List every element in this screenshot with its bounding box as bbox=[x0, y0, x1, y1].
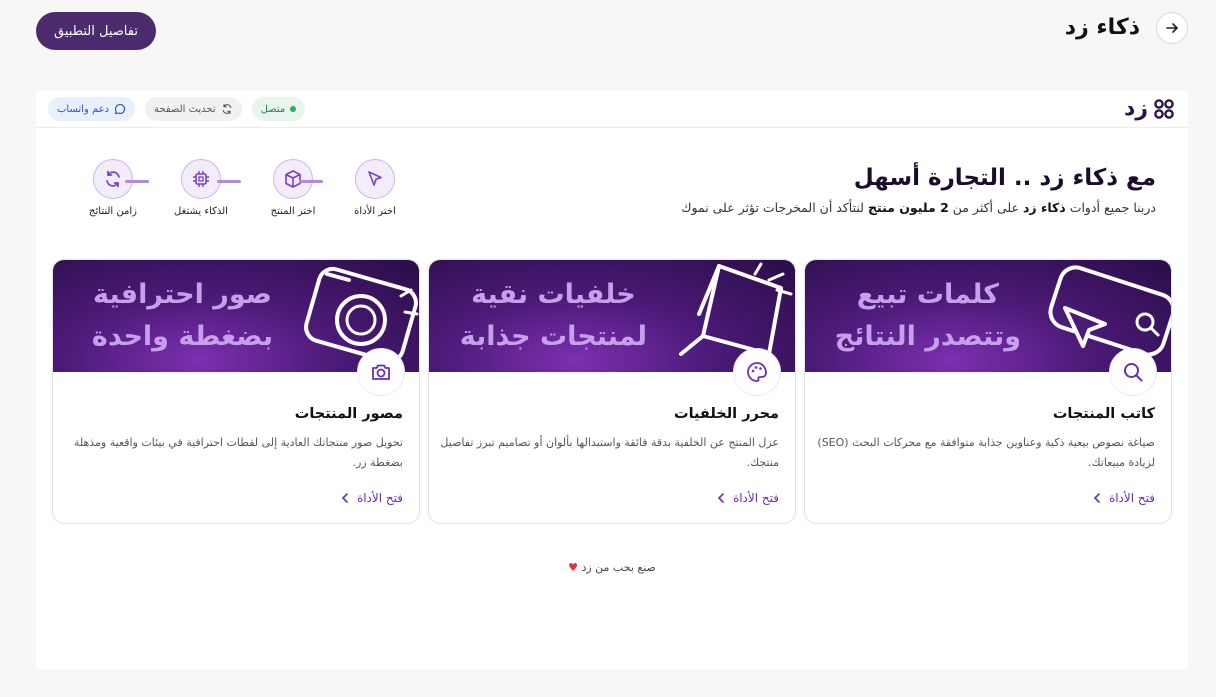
card-description: تحويل صور منتجاتك العادية إلى لقطات احتر… bbox=[73, 436, 403, 469]
card-background-editor[interactable]: خلفيات نقية لمنتجات جذابة محرر الخلفيات … bbox=[428, 259, 796, 524]
card-banner-text: صور احترافية بضغطة واحدة bbox=[91, 279, 273, 352]
whatsapp-label: دعم واتساب bbox=[57, 103, 110, 115]
step-connector bbox=[299, 180, 323, 183]
whatsapp-support-button[interactable]: دعم واتساب bbox=[48, 97, 136, 121]
step-connector bbox=[125, 180, 149, 183]
hero-subtitle: دربنا جميع أدوات ذكاء زد على أكثر من 2 م… bbox=[681, 200, 1156, 215]
step-label: الذكاء يشتغل bbox=[174, 206, 228, 217]
card-title: مصور المنتجات bbox=[294, 406, 403, 422]
cursor-icon bbox=[368, 171, 382, 186]
status-pills: متصل تحديث الصفحة دعم واتساب bbox=[48, 97, 306, 121]
step-ai-working: الذكاء يشتغل bbox=[160, 159, 242, 217]
refresh-icon bbox=[222, 103, 231, 115]
search-icon bbox=[1124, 363, 1143, 382]
chevron-left-icon bbox=[1094, 493, 1100, 503]
zid-logo-text: زد bbox=[1124, 96, 1148, 121]
open-tool-link[interactable]: فتح الأداة bbox=[1093, 491, 1155, 505]
card-icon-badge bbox=[733, 348, 781, 396]
page-title: ذكاء زد bbox=[1064, 15, 1140, 40]
palette-icon bbox=[747, 362, 767, 382]
refresh-page-button[interactable]: تحديث الصفحة bbox=[145, 97, 242, 121]
card-title: كاتب المنتجات bbox=[1052, 406, 1155, 422]
open-tool-link[interactable]: فتح الأداة bbox=[341, 491, 403, 505]
online-dot-icon bbox=[290, 106, 297, 112]
refresh-label: تحديث الصفحة bbox=[154, 103, 216, 115]
footer: صنع بحب من زد ♥ bbox=[36, 561, 1188, 574]
card-icon-badge bbox=[1109, 348, 1157, 396]
camera-illustration-icon bbox=[304, 266, 419, 364]
card-product-writer[interactable]: كلمات تبيع وتتصدر النتائج كاتب المنتجات … bbox=[804, 259, 1172, 524]
sync-icon bbox=[106, 170, 120, 188]
step-choose-product: اختر المنتج bbox=[252, 159, 334, 217]
app-details-button[interactable]: تفاصيل التطبيق bbox=[36, 12, 156, 50]
open-tool-link[interactable]: فتح الأداة bbox=[717, 491, 779, 505]
chat-bubble-icon bbox=[114, 103, 126, 115]
card-title: محرر الخلفيات bbox=[674, 406, 779, 422]
back-button[interactable] bbox=[1156, 12, 1188, 44]
step-label: اختر الأداة bbox=[354, 206, 396, 217]
step-connector bbox=[217, 180, 241, 183]
footer-text: صنع بحب من زد bbox=[581, 561, 656, 574]
card-icon-badge bbox=[357, 348, 405, 396]
step-label: اختر المنتج bbox=[270, 206, 316, 217]
heart-icon: ♥ bbox=[568, 561, 578, 574]
card-product-photographer[interactable]: صور احترافية بضغطة واحدة مصور المنتجات ت… bbox=[52, 259, 420, 524]
step-label: زامن النتائج bbox=[89, 206, 137, 217]
hero-section: مع ذكاء زد .. التجارة أسهل دربنا جميع أد… bbox=[681, 161, 1156, 215]
search-bar-cursor-icon bbox=[1048, 265, 1171, 357]
app-frame: زد متصل تحديث الصفحة دعم واتساب مع ذكاء … bbox=[36, 91, 1188, 669]
card-description: صياغة نصوص بيعية ذكية وعناوين جذابة متوا… bbox=[817, 436, 1155, 469]
chevron-left-icon bbox=[718, 493, 724, 503]
zid-logo-icon bbox=[1154, 98, 1174, 119]
step-sync-results: زامن النتائج bbox=[72, 159, 154, 217]
open-tool-label: فتح الأداة bbox=[356, 491, 403, 505]
zid-logo: زد bbox=[1124, 96, 1176, 121]
open-tool-label: فتح الأداة bbox=[732, 491, 779, 505]
top-bar: ذكاء زد تفاصيل التطبيق bbox=[0, 0, 1216, 64]
step-choose-tool: اختر الأداة bbox=[334, 159, 416, 217]
backdrop-stand-icon bbox=[679, 262, 793, 364]
frame-header: زد متصل تحديث الصفحة دعم واتساب bbox=[36, 91, 1188, 128]
camera-icon bbox=[372, 364, 390, 380]
online-status-badge: متصل bbox=[251, 97, 306, 121]
chevron-left-icon bbox=[342, 493, 348, 503]
card-description: عزل المنتج عن الخلفية بدقة فائقة واستبدا… bbox=[440, 436, 779, 469]
steps-indicator: زامن النتائج الذكاء يشتغل اختر المنتج اخ… bbox=[72, 159, 396, 223]
tool-cards: كلمات تبيع وتتصدر النتائج كاتب المنتجات … bbox=[52, 259, 1172, 524]
arrow-right-icon bbox=[1166, 23, 1178, 33]
online-label: متصل bbox=[260, 103, 286, 115]
box-icon bbox=[285, 170, 301, 188]
hero-title: مع ذكاء زد .. التجارة أسهل bbox=[853, 165, 1156, 191]
card-banner-text: خلفيات نقية لمنتجات جذابة bbox=[459, 279, 647, 352]
open-tool-label: فتح الأداة bbox=[1108, 491, 1155, 505]
chip-icon bbox=[193, 171, 209, 187]
card-banner-text: كلمات تبيع وتتصدر النتائج bbox=[834, 279, 1021, 352]
